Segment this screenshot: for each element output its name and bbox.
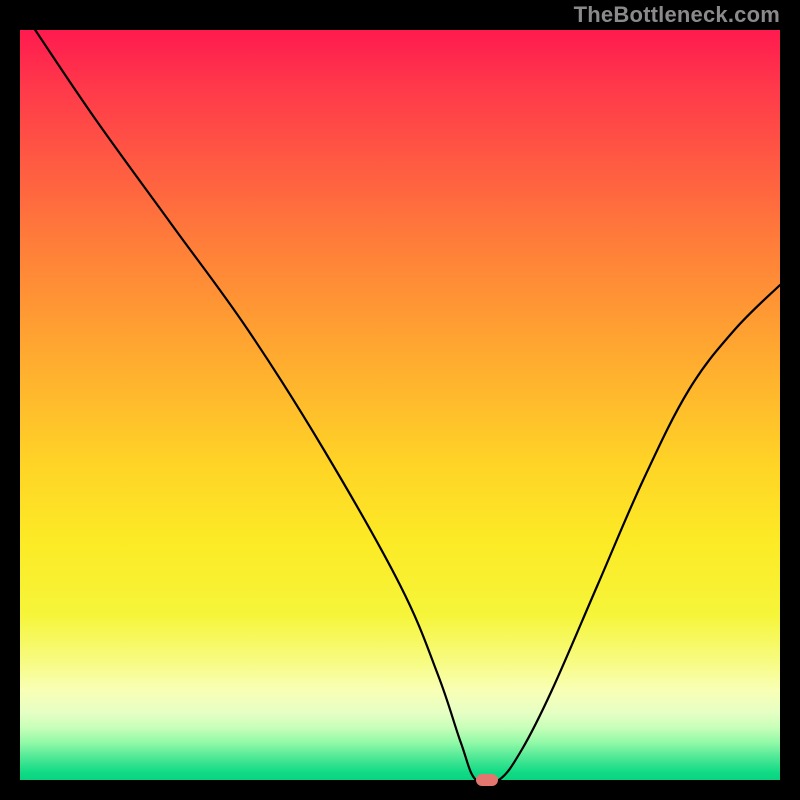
chart-stage: TheBottleneck.com <box>0 0 800 800</box>
watermark-label: TheBottleneck.com <box>574 2 780 28</box>
optimal-marker <box>476 774 498 786</box>
plot-area <box>20 30 780 780</box>
curve-path <box>35 30 780 780</box>
bottleneck-curve <box>20 30 780 780</box>
